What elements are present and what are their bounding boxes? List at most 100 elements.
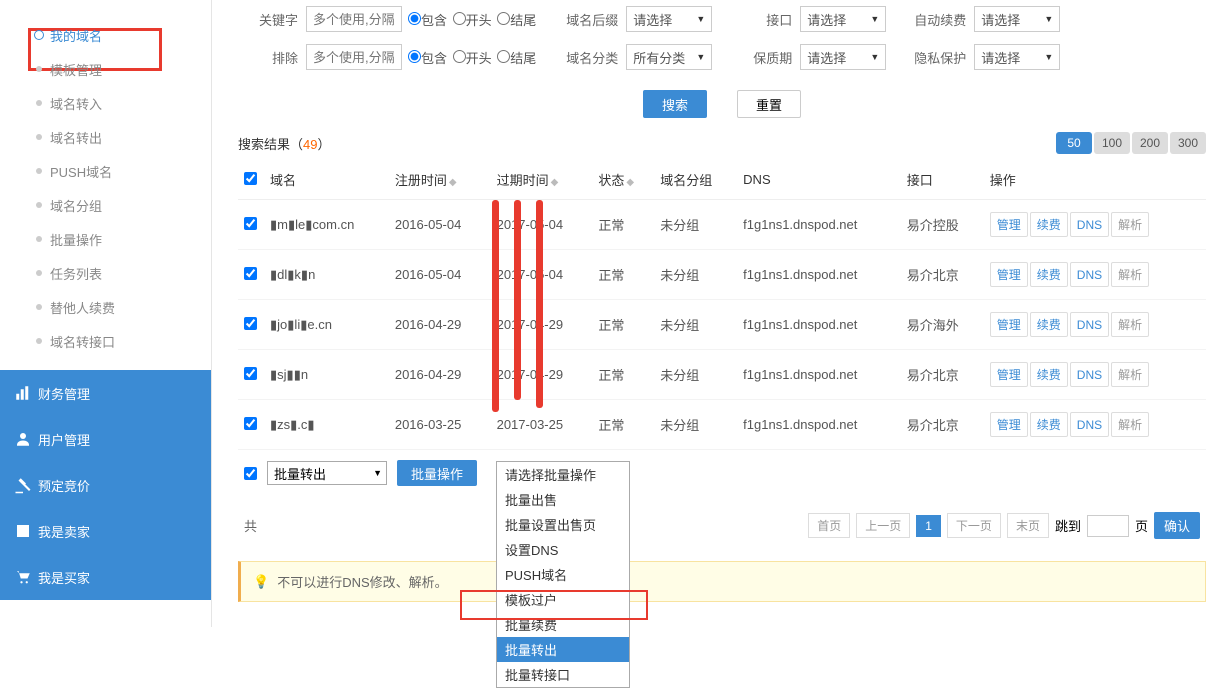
cell-dns: f1g1ns1.dnspod.net (737, 200, 901, 250)
pager-first[interactable]: 首页 (808, 513, 850, 538)
results-title: 搜索结果（49） (238, 134, 331, 153)
cell-domain: ▮zs▮.c▮ (264, 400, 389, 450)
filter-group-select[interactable]: 所有分类 (626, 44, 712, 70)
op-renew[interactable]: 续费 (1030, 412, 1068, 437)
sidebar-item-my-domains[interactable]: 我的域名 (0, 18, 211, 52)
op-renew[interactable]: 续费 (1030, 262, 1068, 287)
dropdown-option[interactable]: 设置DNS (497, 537, 629, 562)
op-manage[interactable]: 管理 (990, 312, 1028, 337)
reset-button[interactable]: 重置 (737, 90, 801, 118)
th-ops: 操作 (984, 160, 1206, 200)
cell-status: 正常 (592, 250, 654, 300)
checkbox-all[interactable] (244, 172, 257, 185)
radio-ex-start[interactable] (453, 50, 466, 63)
row-checkbox[interactable] (244, 267, 257, 280)
th-status[interactable]: 状态◆ (592, 160, 654, 200)
sidebar-main-seller[interactable]: 我是卖家 (0, 508, 211, 554)
sidebar-item-task-list[interactable]: 任务列表 (0, 256, 211, 290)
filter-privacy-select[interactable]: 请选择 (974, 44, 1060, 70)
op-resolve[interactable]: 解析 (1111, 262, 1149, 287)
op-manage[interactable]: 管理 (990, 212, 1028, 237)
radio-start[interactable] (453, 12, 466, 25)
sidebar-item-label: 我的域名 (50, 26, 102, 45)
op-dns[interactable]: DNS (1070, 412, 1109, 437)
op-renew[interactable]: 续费 (1030, 212, 1068, 237)
page-size-300[interactable]: 300 (1170, 132, 1206, 154)
op-dns[interactable]: DNS (1070, 212, 1109, 237)
pager-last[interactable]: 末页 (1007, 513, 1049, 538)
batch-checkbox-all[interactable] (244, 467, 257, 480)
radio-ex-end[interactable] (497, 50, 510, 63)
dropdown-option[interactable]: PUSH域名 (497, 562, 629, 587)
sidebar-item-template-manage[interactable]: 模板管理 (0, 52, 211, 86)
filter-group-label: 域名分类 (558, 48, 618, 67)
cell-group: 未分组 (654, 400, 737, 450)
radio-contain[interactable] (408, 12, 421, 25)
gavel-icon (14, 476, 32, 494)
filter-iface-select[interactable]: 请选择 (800, 6, 886, 32)
dropdown-option-selected[interactable]: 批量转出 (497, 637, 629, 662)
sidebar-main-user[interactable]: 用户管理 (0, 416, 211, 462)
pager-current[interactable]: 1 (916, 515, 941, 537)
op-renew[interactable]: 续费 (1030, 312, 1068, 337)
op-dns[interactable]: DNS (1070, 262, 1109, 287)
filter-keyword-input[interactable] (306, 6, 402, 32)
cell-exptime: 2017-03-25 (491, 400, 593, 450)
radio-ex-contain[interactable] (408, 50, 421, 63)
dropdown-option[interactable]: 请选择批量操作 (497, 462, 629, 487)
dropdown-option[interactable]: 批量转接口 (497, 662, 629, 687)
dropdown-option[interactable]: 批量设置出售页 (497, 512, 629, 537)
sidebar-item-push-domain[interactable]: PUSH域名 (0, 154, 211, 188)
radio-end[interactable] (497, 12, 510, 25)
op-manage[interactable]: 管理 (990, 262, 1028, 287)
op-renew[interactable]: 续费 (1030, 362, 1068, 387)
pager-prev[interactable]: 上一页 (856, 513, 910, 538)
sidebar-item-renew-others[interactable]: 替他人续费 (0, 290, 211, 324)
sidebar-main-auction[interactable]: 预定竞价 (0, 462, 211, 508)
cell-domain: ▮m▮le▮com.cn (264, 200, 389, 250)
row-checkbox[interactable] (244, 217, 257, 230)
sidebar-item-domain-out[interactable]: 域名转出 (0, 120, 211, 154)
pager-confirm-button[interactable]: 确认 (1154, 512, 1200, 539)
main-content: 关键字 包含 开头 结尾 域名后缀 请选择 接口 请选择 自动续费 请选择 (212, 0, 1224, 627)
op-dns[interactable]: DNS (1070, 362, 1109, 387)
page-size-100[interactable]: 100 (1094, 132, 1130, 154)
sidebar-item-domain-in[interactable]: 域名转入 (0, 86, 211, 120)
sidebar-main-buyer[interactable]: 我是买家 (0, 554, 211, 600)
dropdown-option[interactable]: 批量出售 (497, 487, 629, 512)
filter-exclude-input[interactable] (306, 44, 402, 70)
op-resolve[interactable]: 解析 (1111, 312, 1149, 337)
op-resolve[interactable]: 解析 (1111, 412, 1149, 437)
filter-protection-select[interactable]: 请选择 (800, 44, 886, 70)
batch-select[interactable]: 批量转出 (267, 461, 387, 485)
op-resolve[interactable]: 解析 (1111, 212, 1149, 237)
dropdown-option[interactable]: 模板过户 (497, 587, 629, 612)
sidebar-item-batch-ops[interactable]: 批量操作 (0, 222, 211, 256)
row-checkbox[interactable] (244, 317, 257, 330)
sidebar-item-label: 替他人续费 (50, 298, 115, 317)
batch-action-button[interactable]: 批量操作 (397, 460, 477, 486)
page-size-50[interactable]: 50 (1056, 132, 1092, 154)
th-exptime[interactable]: 过期时间◆ (491, 160, 593, 200)
filter-autorenew-select[interactable]: 请选择 (974, 6, 1060, 32)
cell-status: 正常 (592, 300, 654, 350)
pager-jump-input[interactable] (1087, 515, 1129, 537)
sidebar-item-domain-iface[interactable]: 域名转接口 (0, 324, 211, 358)
bulb-icon: 💡 (253, 574, 269, 590)
pager-next[interactable]: 下一页 (947, 513, 1001, 538)
op-manage[interactable]: 管理 (990, 412, 1028, 437)
search-button[interactable]: 搜索 (643, 90, 707, 118)
op-dns[interactable]: DNS (1070, 312, 1109, 337)
th-regtime[interactable]: 注册时间◆ (389, 160, 491, 200)
th-iface: 接口 (901, 160, 984, 200)
cell-iface: 易介控股 (901, 200, 984, 250)
row-checkbox[interactable] (244, 417, 257, 430)
page-size-200[interactable]: 200 (1132, 132, 1168, 154)
sidebar-item-domain-group[interactable]: 域名分组 (0, 188, 211, 222)
dropdown-option[interactable]: 批量续费 (497, 612, 629, 637)
op-resolve[interactable]: 解析 (1111, 362, 1149, 387)
sidebar-main-finance[interactable]: 财务管理 (0, 370, 211, 416)
op-manage[interactable]: 管理 (990, 362, 1028, 387)
row-checkbox[interactable] (244, 367, 257, 380)
filter-suffix-select[interactable]: 请选择 (626, 6, 712, 32)
